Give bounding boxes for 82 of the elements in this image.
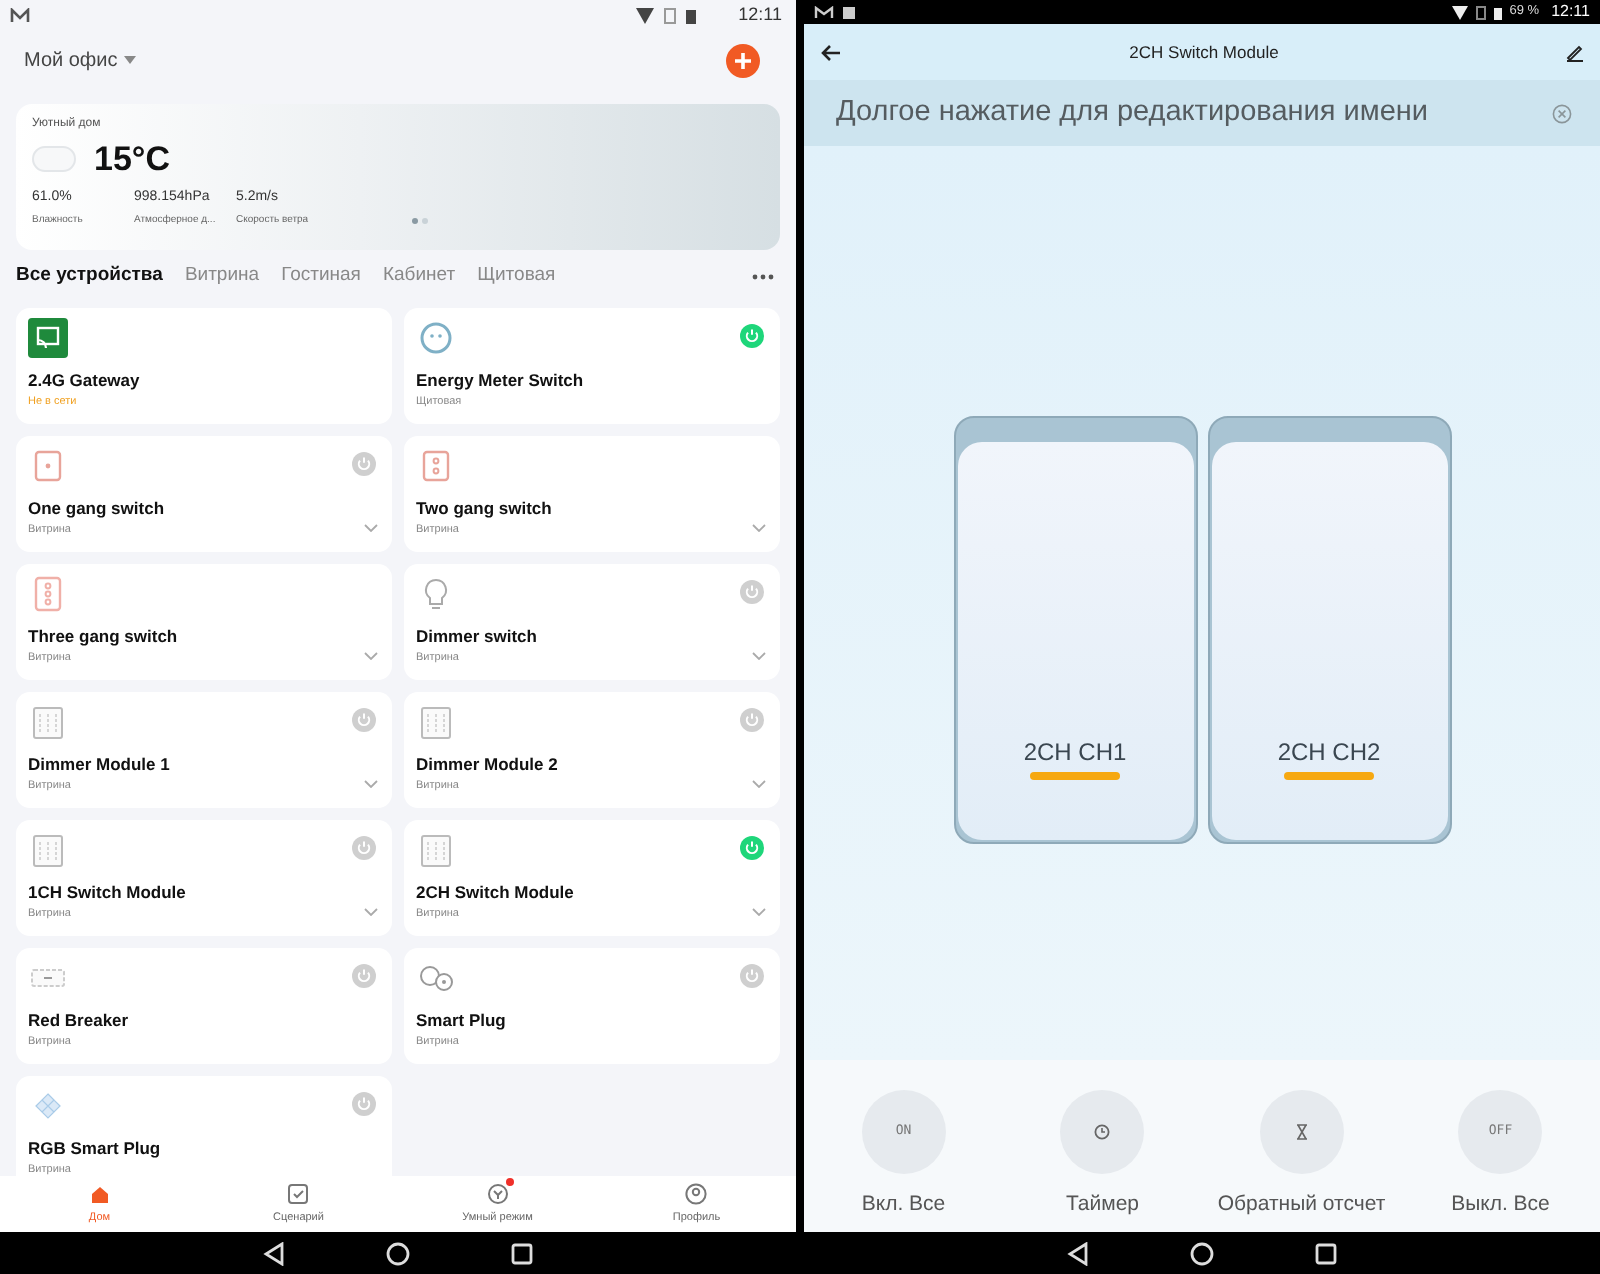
module-icon: [416, 830, 456, 870]
module-icon: [28, 830, 68, 870]
chevron-icon[interactable]: [364, 908, 378, 916]
add-button[interactable]: [726, 43, 760, 77]
hourglass-icon: [1295, 1124, 1308, 1140]
channel-label: 2CH CH2: [1277, 736, 1381, 770]
device-name: Energy Meter Switch: [416, 370, 586, 390]
name-underline: [1030, 772, 1120, 780]
hint-text: Долгое нажатие для редактирования имени: [836, 93, 1431, 132]
chevron-icon[interactable]: [752, 524, 766, 532]
device-name: RGB Smart Plug: [28, 1138, 163, 1158]
device-name: 2CH Switch Module: [416, 882, 576, 902]
switch-button[interactable]: 2CH CH1: [953, 416, 1197, 844]
power-button[interactable]: [352, 452, 376, 476]
action-label: Вкл. Все: [861, 1190, 946, 1220]
device-name: Smart Plug: [416, 1010, 508, 1030]
checkbox-icon: [286, 1181, 311, 1206]
app-notification-icon: [814, 5, 834, 19]
home-button[interactable]: [1190, 1241, 1214, 1265]
device-name: Dimmer Module 1: [28, 754, 172, 774]
device-name: 2.4G Gateway: [28, 370, 142, 390]
device-name: Dimmer switch: [416, 626, 539, 646]
power-button[interactable]: [352, 964, 376, 988]
chevron-icon[interactable]: [364, 652, 378, 660]
power-button[interactable]: [352, 1092, 376, 1116]
channel-label: 2CH CH1: [1023, 736, 1127, 770]
recents-button[interactable]: [1314, 1241, 1338, 1265]
device-name: Dimmer Module 2: [416, 754, 560, 774]
chevron-icon[interactable]: [752, 780, 766, 788]
wifi-icon: [636, 7, 655, 23]
chevron-icon[interactable]: [364, 780, 378, 788]
power-button[interactable]: [740, 964, 764, 988]
home-icon: [87, 1181, 112, 1206]
power-button[interactable]: [740, 708, 764, 732]
edit-icon[interactable]: [1566, 43, 1584, 61]
chevron-icon[interactable]: [364, 524, 378, 532]
temperature: 15°C: [94, 142, 170, 176]
clock-icon: [1094, 1124, 1111, 1140]
back-button[interactable]: [262, 1241, 286, 1265]
power-button[interactable]: [352, 708, 376, 732]
power-button[interactable]: [740, 836, 764, 860]
home-button[interactable]: [386, 1241, 410, 1265]
more-icon[interactable]: [752, 273, 774, 279]
dropdown-caret-icon: [123, 56, 136, 64]
device-name: Two gang switch: [416, 498, 554, 518]
device-name: Red Breaker: [28, 1010, 131, 1030]
back-button[interactable]: [1066, 1241, 1090, 1265]
action-label: Обратный отсчет: [1217, 1190, 1386, 1220]
page-title: 2CH Switch Module: [1127, 39, 1281, 65]
power-button[interactable]: [352, 836, 376, 860]
sim-icon: [664, 7, 677, 23]
profile-icon: [684, 1181, 709, 1206]
power-button[interactable]: [740, 580, 764, 604]
power-button[interactable]: [740, 324, 764, 348]
device-name: Three gang switch: [28, 626, 180, 646]
home-selector[interactable]: Мой офис: [24, 45, 136, 75]
chevron-icon[interactable]: [752, 652, 766, 660]
status-time: 12:11: [1551, 0, 1590, 24]
recents-button[interactable]: [510, 1241, 534, 1265]
room-tab[interactable]: Все устройства: [16, 261, 163, 291]
sim-icon: [1475, 5, 1486, 19]
image-notification-icon: [842, 5, 856, 19]
action-label: Таймер: [1065, 1190, 1140, 1220]
close-icon[interactable]: [1552, 103, 1572, 123]
app-notification-icon: [10, 7, 30, 23]
battery-icon: [686, 7, 697, 23]
module-icon: [28, 702, 68, 742]
device-name: 1CH Switch Module: [28, 882, 188, 902]
action-label: Выкл. Все: [1451, 1190, 1550, 1220]
switch-button[interactable]: 2CH CH2: [1207, 416, 1451, 844]
status-time: 12:11: [738, 1, 782, 28]
back-arrow-icon[interactable]: [820, 43, 842, 61]
name-underline: [1284, 772, 1374, 780]
module-icon: [416, 702, 456, 742]
cloud-icon: [32, 146, 76, 172]
battery-icon: [1493, 5, 1502, 19]
gateway-icon: [28, 318, 68, 358]
circle-icon: [485, 1181, 510, 1206]
socket-icon: [416, 318, 456, 358]
wifi-icon: [1451, 5, 1468, 19]
device-name: One gang switch: [28, 498, 167, 518]
chevron-icon[interactable]: [752, 908, 766, 916]
